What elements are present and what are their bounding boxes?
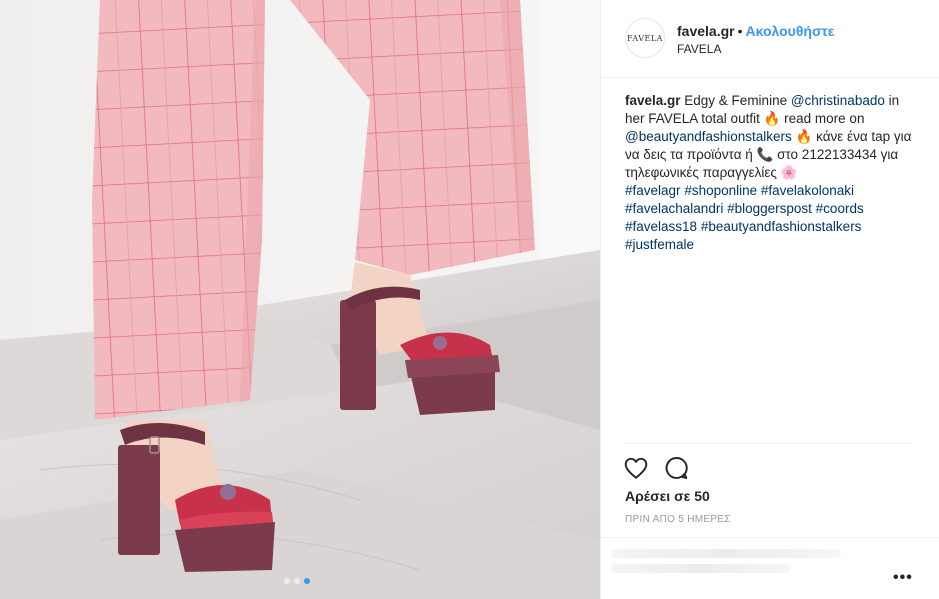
hashtag-link[interactable]: #favelagr	[625, 183, 681, 198]
hashtag-link[interactable]: #favelakolonaki	[761, 183, 854, 198]
separator-dot: •	[737, 23, 743, 39]
hashtag-link[interactable]: #coords	[816, 201, 864, 216]
comment-bubble-icon[interactable]	[663, 455, 689, 481]
header-line: favela.gr • Ακολουθήστε	[677, 22, 834, 40]
post-timestamp[interactable]: ΠΡΙΝ ΑΠΟ 5 ΗΜΕΡΕΣ	[625, 514, 731, 525]
follow-button[interactable]: Ακολουθήστε	[746, 23, 835, 39]
caption-text: Edgy & Feminine	[680, 93, 791, 108]
mention-link[interactable]: @beautyandfashionstalkers	[625, 129, 792, 144]
post-caption: favela.gr Edgy & Feminine @christinabado…	[625, 92, 917, 254]
divider	[601, 537, 939, 538]
mention-link[interactable]: @christinabado	[791, 93, 885, 108]
fire-emoji-icon: 🔥	[795, 129, 813, 144]
comment-placeholder-line	[611, 549, 841, 558]
hashtag-link[interactable]: #shoponline	[684, 183, 757, 198]
hashtag-list: #favelagr #shoponline #favelakolonaki #f…	[625, 183, 864, 252]
post-header: FAVELA favela.gr • Ακολουθήστε FAVELA	[601, 0, 939, 78]
divider	[625, 443, 913, 444]
avatar-logo-text: FAVELA	[627, 33, 663, 43]
caption-text: read more on	[780, 111, 865, 126]
more-options-button[interactable]: •••	[893, 569, 913, 587]
hashtag-link[interactable]: #favelass18	[625, 219, 697, 234]
flower-emoji-icon: 🌸	[780, 165, 798, 180]
fire-emoji-icon: 🔥	[763, 111, 781, 126]
hashtag-link[interactable]: #bloggerspost	[727, 201, 812, 216]
outfit-photo-illustration	[0, 0, 600, 599]
username-link[interactable]: favela.gr	[677, 23, 735, 39]
likes-count[interactable]: Αρέσει σε 50	[625, 488, 710, 504]
carousel-indicator	[284, 578, 310, 584]
phone-emoji-icon: 📞	[756, 147, 774, 162]
heart-outline-icon[interactable]	[623, 455, 649, 481]
comment-input-area[interactable]	[611, 545, 871, 585]
carousel-dot	[294, 578, 300, 584]
hashtag-link[interactable]: #justfemale	[625, 237, 694, 252]
carousel-dot	[284, 578, 290, 584]
location-link[interactable]: FAVELA	[677, 42, 721, 56]
post-side-panel: FAVELA favela.gr • Ακολουθήστε FAVELA fave…	[600, 0, 939, 599]
carousel-dot-active	[304, 578, 310, 584]
post-photo[interactable]	[0, 0, 600, 599]
avatar[interactable]: FAVELA	[625, 18, 665, 58]
caption-username[interactable]: favela.gr	[625, 93, 681, 108]
comment-placeholder-line	[611, 564, 791, 573]
hashtag-link[interactable]: #favelachalandri	[625, 201, 723, 216]
hashtag-link[interactable]: #beautyandfashionstalkers	[701, 219, 862, 234]
